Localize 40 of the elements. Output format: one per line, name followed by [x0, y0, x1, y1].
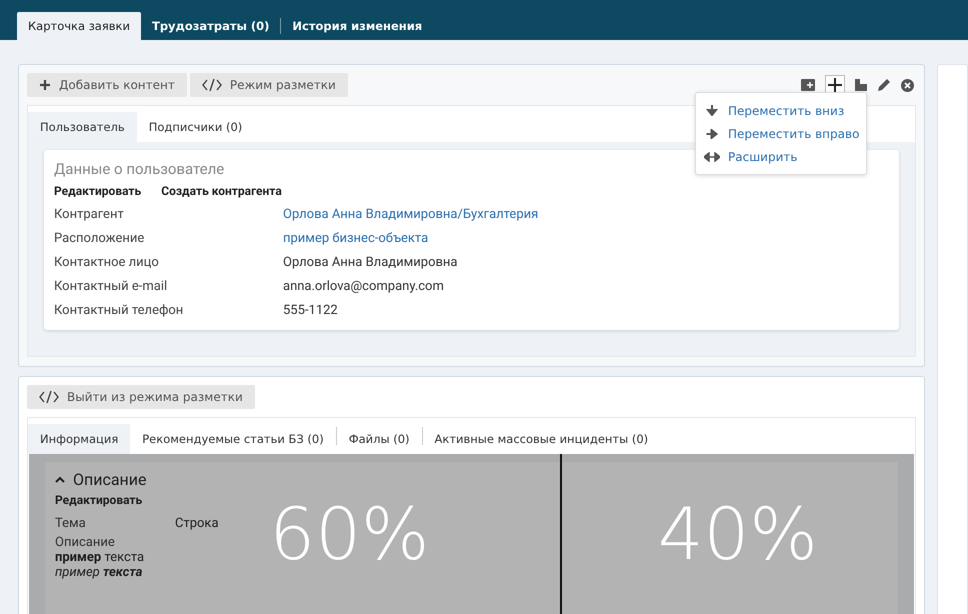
field-label: Контрагент: [54, 206, 125, 222]
description-text: пример текста: [55, 550, 146, 565]
field-label: Контактный e-mail: [54, 278, 168, 294]
field-label: Тема: [55, 516, 87, 530]
section-title: Описание: [73, 470, 146, 489]
close-icon[interactable]: [900, 78, 914, 92]
action-link[interactable]: Создать контрагента: [161, 184, 282, 198]
double-arrow-icon: [704, 152, 720, 162]
field-label: Контактный телефон: [54, 302, 184, 318]
tab[interactable]: Информация: [28, 424, 130, 454]
plus-icon: [39, 79, 51, 91]
code-icon: [39, 390, 59, 404]
field-value: Орлова Анна Владимировна: [283, 254, 458, 270]
action-link[interactable]: Редактировать: [54, 184, 142, 198]
field-link[interactable]: пример бизнес-объекта: [283, 230, 428, 246]
toolbar-button[interactable]: Режим разметки: [190, 73, 348, 97]
field-label: Расположение: [54, 230, 146, 246]
menu-item[interactable]: Переместить вниз: [728, 104, 844, 118]
menu-item[interactable]: Переместить вправо: [728, 126, 860, 140]
pencil-icon[interactable]: [876, 78, 891, 92]
tab[interactable]: Трудозатраты (0): [140, 12, 280, 40]
toolbar-button[interactable]: Выйти из режима разметки: [27, 385, 255, 409]
add-widget-icon[interactable]: [800, 79, 815, 91]
field-label: Описание: [55, 535, 116, 550]
field-link[interactable]: Орлова Анна Владимировна/Бухгалтерия: [283, 206, 538, 222]
arrow-down-icon: [704, 105, 720, 116]
tab[interactable]: История изменения: [281, 12, 434, 40]
tab[interactable]: Карточка заявки: [17, 12, 141, 40]
field-value: Строка: [175, 516, 219, 530]
field-value: 555-1122: [283, 302, 338, 318]
field-value: anna.orlova@company.com: [283, 278, 444, 294]
chevron-icon[interactable]: [55, 476, 65, 483]
tab[interactable]: Пользователь: [28, 112, 137, 142]
menu-item[interactable]: Расширить: [728, 150, 798, 164]
description-text: пример текста: [55, 565, 144, 580]
field-label: Контактное лицо: [54, 254, 160, 270]
arrow-right-icon: [704, 128, 720, 138]
code-icon: [202, 78, 222, 92]
toolbar-button[interactable]: Добавить контент: [27, 73, 187, 97]
card-title: Данные о пользователе: [54, 160, 226, 178]
